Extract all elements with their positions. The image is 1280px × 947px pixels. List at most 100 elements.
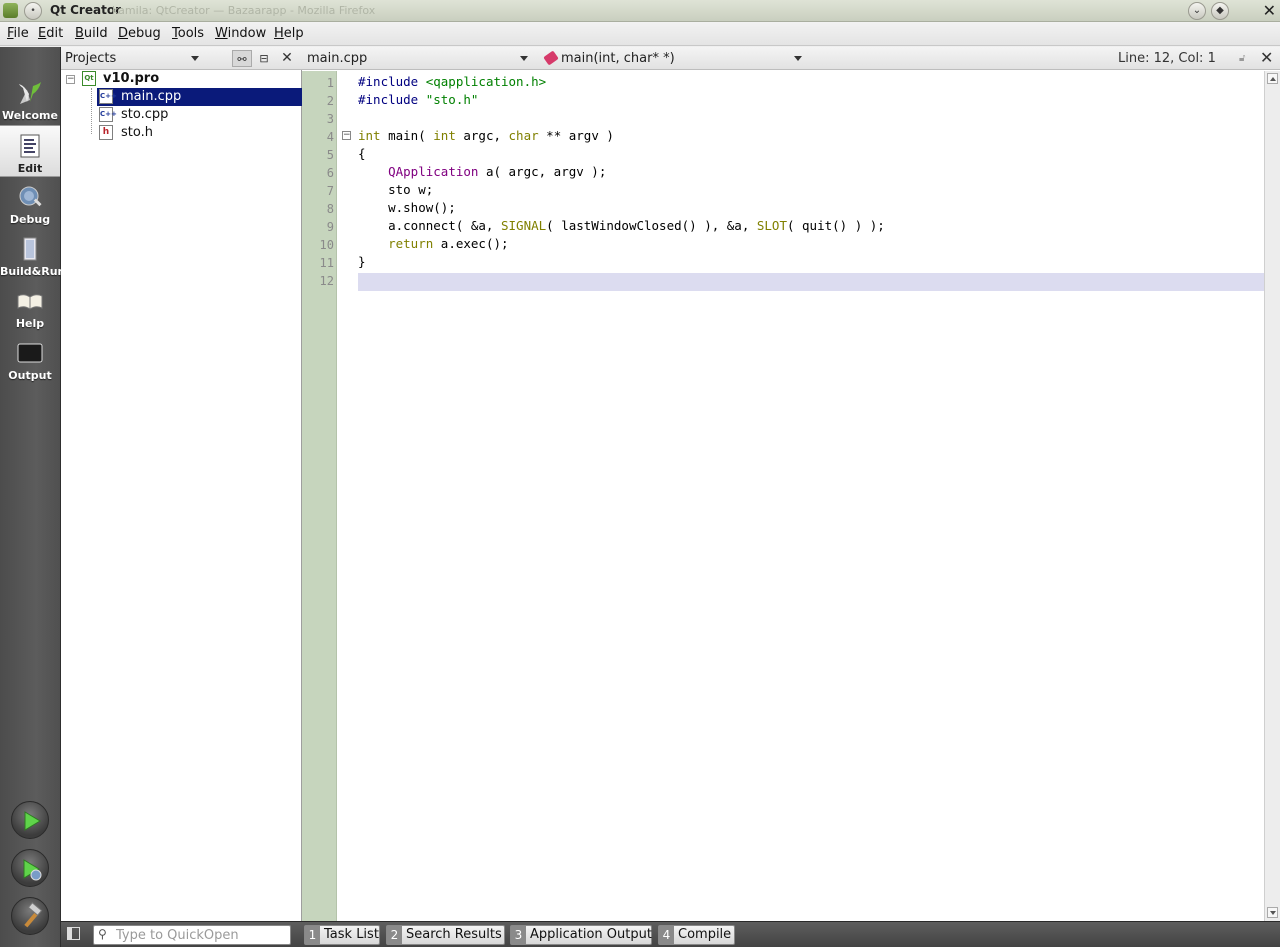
line-number: 10 — [319, 238, 334, 252]
mode-help[interactable]: Help — [0, 281, 60, 333]
tab-search-results[interactable]: 2 Search Results — [386, 925, 505, 945]
window-title: Qt Creator — [50, 3, 121, 17]
mode-selector-bar: Welcome Edit Debug Build&Run Help Output — [0, 47, 66, 947]
close-pane-icon[interactable]: ✕ — [277, 50, 297, 67]
cursor-position: Line: 12, Col: 1 — [1118, 51, 1216, 66]
tree-item-label: sto.h — [121, 125, 153, 140]
code-area[interactable]: #include <qapplication.h> #include "sto.h… — [358, 71, 1264, 921]
tree-item-project[interactable]: Qt v10.pro — [82, 70, 302, 88]
welcome-icon — [19, 82, 41, 104]
mode-debug-label: Debug — [9, 213, 51, 226]
mode-edit[interactable]: Edit — [0, 125, 60, 177]
minimize-button[interactable]: ⌄ — [1188, 2, 1206, 20]
mode-edit-label: Edit — [17, 162, 43, 175]
code-line: sto w; — [358, 182, 434, 197]
line-number: 7 — [326, 184, 334, 198]
mode-welcome[interactable]: Welcome — [0, 73, 60, 125]
build-run-icon — [23, 237, 37, 261]
tab-number: 3 — [511, 926, 526, 944]
mode-welcome-label: Welcome — [2, 109, 58, 122]
qt-creator-app-icon — [3, 3, 18, 18]
debug-icon — [19, 186, 42, 207]
line-number: 3 — [326, 112, 334, 126]
tree-expander-icon[interactable]: − — [66, 75, 75, 84]
line-number: 5 — [326, 148, 334, 162]
tree-item-sto-cpp[interactable]: C++ sto.cpp — [97, 106, 302, 124]
mode-build-run[interactable]: Build&Run — [0, 229, 66, 281]
chevron-down-icon — [794, 56, 802, 61]
menu-tools[interactable]: Tools — [172, 26, 204, 41]
mode-output[interactable]: Output — [0, 333, 60, 385]
line-number: 11 — [319, 256, 334, 270]
window-menu-button[interactable]: • — [24, 2, 42, 20]
output-pane-bar: ⚲ 1 Task List 2 Search Results 3 Applica… — [61, 921, 1280, 947]
tab-label: Compile — [678, 927, 732, 942]
close-document-icon[interactable]: ✕ — [1260, 48, 1273, 67]
edit-icon — [20, 134, 40, 158]
line-number-gutter: 1 2 3 4 5 6 7 8 9 10 11 12 — [302, 71, 337, 921]
code-line: } — [358, 254, 366, 269]
window-titlebar: • Qt Creator kamila: QtCreator — Bazaara… — [0, 0, 1280, 22]
projects-view-selector[interactable]: Projects — [65, 51, 116, 66]
maximize-button[interactable]: ◆ — [1211, 2, 1229, 20]
header-file-icon: h — [99, 125, 113, 140]
code-line: return a.exec(); — [388, 236, 509, 251]
projects-pane-header: Projects ⚯ ⊟ ✕ — [61, 47, 302, 70]
scroll-up-button[interactable] — [1267, 73, 1278, 84]
toggle-sidebar-icon[interactable] — [67, 927, 80, 940]
help-book-icon — [17, 294, 43, 310]
cpp-file-icon: C++ — [99, 89, 117, 104]
link-with-editor-icon[interactable]: ⚯ — [232, 50, 252, 67]
lock-icon[interactable]: 🔓︎ — [1239, 53, 1249, 64]
mode-debug[interactable]: Debug — [0, 177, 60, 229]
quickopen-input[interactable] — [116, 927, 288, 943]
scroll-down-button[interactable] — [1267, 907, 1278, 918]
run-button[interactable] — [11, 801, 49, 839]
mode-help-label: Help — [15, 317, 45, 330]
line-number: 6 — [326, 166, 334, 180]
quickopen-box[interactable]: ⚲ — [93, 925, 291, 945]
fold-marker-icon[interactable]: − — [342, 131, 351, 140]
menu-edit[interactable]: Edit — [38, 26, 63, 41]
tab-compile[interactable]: 4 Compile — [658, 925, 735, 945]
code-line: #include <qapplication.h> — [358, 74, 547, 89]
tree-branch-line — [91, 88, 92, 134]
line-number: 4 — [326, 130, 334, 144]
tree-item-label: sto.cpp — [121, 107, 169, 122]
tab-label: Application Output — [530, 927, 652, 942]
menu-bar: File Edit Build Debug Tools Window Help — [0, 22, 1280, 46]
symbol-combo[interactable]: main(int, char* *) — [561, 51, 675, 66]
mode-output-label: Output — [8, 369, 52, 382]
mode-build-run-label: Build&Run — [0, 265, 66, 278]
tree-item-sto-h[interactable]: h sto.h — [97, 124, 302, 142]
output-icon — [17, 343, 43, 363]
menu-help[interactable]: Help — [274, 26, 304, 41]
tab-task-list[interactable]: 1 Task List — [304, 925, 380, 945]
line-number: 12 — [319, 274, 334, 288]
vertical-scrollbar[interactable] — [1264, 71, 1280, 921]
tree-item-label: main.cpp — [121, 89, 182, 104]
code-line: #include "sto.h" — [358, 92, 479, 107]
cpp-file-icon: C++ — [99, 107, 117, 122]
tab-application-output[interactable]: 3 Application Output — [510, 925, 652, 945]
menu-file[interactable]: File — [7, 26, 29, 41]
code-line: int main( int argc, char ** argv ) — [358, 128, 614, 143]
open-documents-combo[interactable]: main.cpp — [307, 51, 367, 66]
line-number: 8 — [326, 202, 334, 216]
tab-number: 1 — [305, 926, 320, 944]
tree-item-main-cpp[interactable]: C++ main.cpp — [97, 88, 302, 106]
menu-build[interactable]: Build — [75, 26, 108, 41]
tab-number: 4 — [659, 926, 674, 944]
background-window-title: kamila: QtCreator — Bazaarapp - Mozilla … — [112, 4, 376, 17]
menu-window[interactable]: Window — [215, 26, 266, 41]
chevron-down-icon — [520, 56, 528, 61]
split-pane-icon[interactable]: ⊟ — [254, 50, 274, 67]
code-line: w.show(); — [358, 200, 456, 215]
debug-run-icon — [23, 859, 42, 881]
menu-debug[interactable]: Debug — [118, 26, 161, 41]
build-button[interactable] — [11, 897, 49, 935]
debug-run-button[interactable] — [11, 849, 49, 887]
tab-number: 2 — [387, 926, 402, 944]
search-icon: ⚲ — [98, 927, 107, 941]
window-close-button[interactable]: ✕ — [1263, 1, 1276, 20]
